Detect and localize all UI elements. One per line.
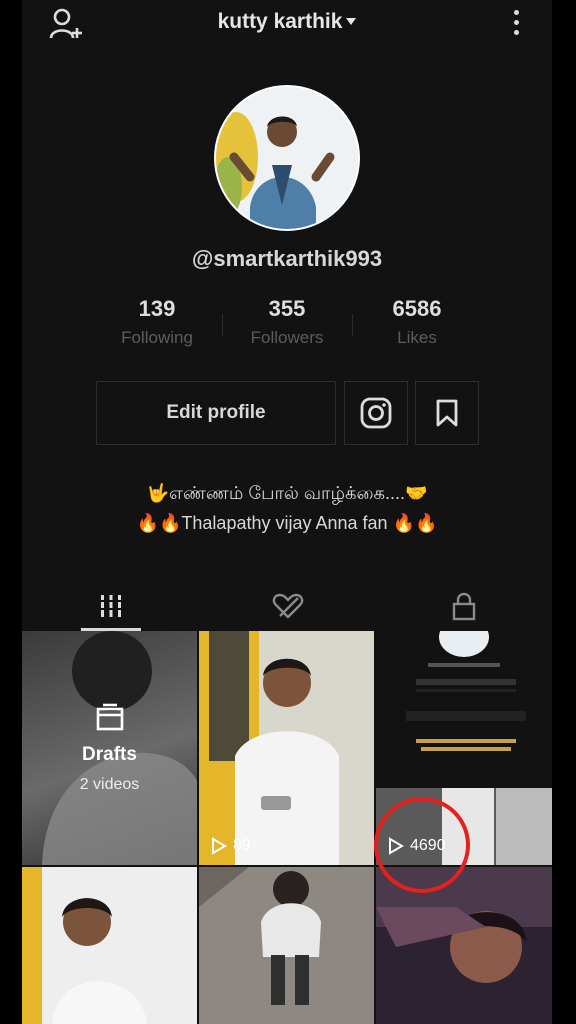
- tab-liked[interactable]: [258, 582, 318, 630]
- play-icon: [212, 837, 227, 855]
- video-thumbnail: [199, 631, 339, 865]
- favorites-button[interactable]: [415, 381, 479, 445]
- grid-icon: [99, 595, 123, 617]
- profile-name-title[interactable]: kutty karthik: [218, 10, 343, 33]
- content-tabs: [22, 582, 552, 631]
- instagram-icon: [360, 397, 392, 429]
- liked-hidden-icon: [272, 593, 304, 619]
- lock-icon: [452, 592, 476, 621]
- highlight-circle: [374, 797, 470, 893]
- stat-following[interactable]: 139 Following: [92, 296, 222, 356]
- video-tile[interactable]: [22, 867, 197, 1024]
- video-tile[interactable]: [376, 867, 552, 1024]
- drafts-info: Drafts 2 videos: [22, 703, 197, 794]
- view-count-value: 89: [233, 837, 251, 854]
- stat-value: 139: [138, 296, 176, 321]
- stat-value: 6586: [392, 296, 442, 321]
- stat-value: 355: [268, 296, 306, 321]
- bio-line: 🔥🔥Thalapathy vijay Anna fan 🔥🔥: [136, 513, 438, 533]
- video-tile[interactable]: [199, 867, 374, 1024]
- instagram-button[interactable]: [344, 381, 408, 445]
- drafts-icon: [96, 703, 123, 731]
- stat-likes[interactable]: 6586 Likes: [352, 296, 482, 356]
- drafts-title: Drafts: [82, 744, 137, 765]
- more-vertical-icon[interactable]: [508, 10, 524, 40]
- stat-label: Followers: [250, 328, 324, 347]
- stat-label: Likes: [397, 328, 437, 347]
- video-tile[interactable]: 89: [199, 631, 374, 865]
- profile-screen: kutty karthik @smartkarthik993 139 Follo…: [22, 0, 552, 1024]
- video-thumbnail: [199, 867, 374, 1024]
- stat-followers[interactable]: 355 Followers: [222, 296, 352, 356]
- account-switcher[interactable]: kutty karthik: [22, 10, 552, 34]
- video-grid: Drafts 2 videos 89 4690: [22, 631, 552, 1024]
- video-thumbnail: [376, 867, 552, 1024]
- bio-line: 🤟எண்ணம் போல் வாழ்க்கை....🤝: [146, 483, 428, 503]
- edit-profile-button[interactable]: Edit profile: [96, 381, 336, 445]
- view-count: 89: [211, 837, 251, 855]
- avatar[interactable]: [214, 85, 360, 231]
- tab-private[interactable]: [434, 582, 494, 630]
- bio: 🤟எண்ணம் போல் வாழ்க்கை....🤝 🔥🔥Thalapathy …: [22, 478, 552, 538]
- username: @smartkarthik993: [191, 246, 383, 271]
- tab-videos[interactable]: [81, 582, 141, 630]
- chevron-down-icon[interactable]: [346, 18, 357, 26]
- bookmark-icon: [436, 399, 458, 427]
- drafts-tile[interactable]: Drafts 2 videos: [22, 631, 197, 865]
- stat-label: Following: [121, 328, 193, 347]
- drafts-count: 2 videos: [79, 776, 140, 793]
- video-thumbnail: [22, 867, 197, 1024]
- profile-stats: 139 Following 355 Followers 6586 Likes: [92, 296, 482, 356]
